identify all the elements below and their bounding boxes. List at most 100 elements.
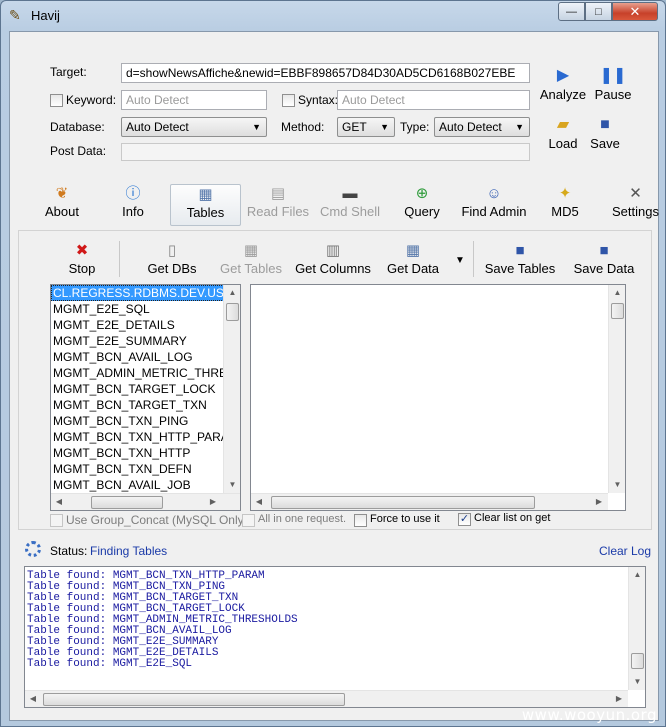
syntax-checkbox[interactable]: [282, 94, 295, 107]
tables-list-items: CL.REGRESS.RDBMS.DEV.US.O MGMT_E2E_SQL MGM…: [51, 285, 240, 493]
keyword-checkbox[interactable]: [50, 94, 63, 107]
pause-button[interactable]: ❚❚ Pause: [583, 65, 643, 102]
list-item[interactable]: MGMT_BCN_TXN_HTTP_PARAM: [51, 429, 240, 445]
postdata-input[interactable]: [121, 143, 530, 161]
data-view-vscroll[interactable]: ▲ ▼: [608, 285, 625, 493]
scroll-left-icon[interactable]: ◀: [251, 494, 267, 510]
syntax-input[interactable]: Auto Detect: [337, 90, 530, 110]
scroll-down-icon[interactable]: ▼: [629, 674, 645, 690]
tab-label: Find Admin: [461, 204, 527, 219]
scroll-up-icon[interactable]: ▲: [224, 285, 240, 301]
list-item[interactable]: CL.REGRESS.RDBMS.DEV.US.O: [51, 285, 240, 301]
broom-icon: ✦: [558, 185, 572, 202]
get-tables-button[interactable]: ▦ Get Tables: [215, 241, 287, 276]
force-checkbox[interactable]: [354, 514, 367, 527]
columns-data-view[interactable]: ▲ ▼ ◀ ▶: [250, 284, 626, 511]
caret-down-icon: ▼: [455, 255, 465, 266]
get-dbs-label: Get DBs: [147, 261, 197, 276]
chevron-down-icon: ▼: [252, 122, 261, 132]
table-icon: ▦: [198, 186, 213, 203]
chevron-down-icon: ▼: [380, 122, 389, 132]
get-dbs-button[interactable]: ▯ Get DBs: [137, 241, 207, 276]
database-select[interactable]: Auto Detect ▼: [121, 117, 267, 137]
tab-settings[interactable]: ✕ Settings: [611, 184, 660, 226]
log-hscroll[interactable]: ◀ ▶: [25, 690, 628, 707]
tab-label: Cmd Shell: [320, 204, 380, 219]
get-data-dropdown[interactable]: ▼: [453, 251, 467, 266]
tab-tables[interactable]: ▦ Tables: [170, 184, 241, 226]
get-columns-button[interactable]: ▥ Get Columns: [291, 241, 375, 276]
save-tables-button[interactable]: ■ Save Tables: [483, 241, 557, 276]
list-item[interactable]: MGMT_BCN_TXN_DEFN: [51, 461, 240, 477]
maximize-button[interactable]: □: [585, 2, 612, 21]
log-vscroll[interactable]: ▲ ▼: [628, 567, 645, 690]
log-line: Table found: MGMT_E2E_SQL: [27, 658, 193, 670]
get-data-button[interactable]: ▦ Get Data: [383, 241, 443, 276]
scroll-left-icon[interactable]: ◀: [25, 691, 41, 707]
scroll-left-icon[interactable]: ◀: [51, 494, 67, 510]
load-label: Load: [548, 136, 578, 151]
scroll-up-icon[interactable]: ▲: [609, 285, 625, 301]
list-item[interactable]: MGMT_E2E_SUMMARY: [51, 333, 240, 349]
list-item[interactable]: MGMT_BCN_TXN_HTTP: [51, 445, 240, 461]
list-item[interactable]: MGMT_ADMIN_METRIC_THRES: [51, 365, 240, 381]
havij-logo-icon: ✎: [9, 7, 21, 23]
data-view-hscroll[interactable]: ◀ ▶: [251, 493, 608, 510]
minimize-button[interactable]: —: [558, 2, 585, 21]
all-in-one-checkbox[interactable]: [242, 514, 255, 527]
scroll-thumb[interactable]: [91, 496, 163, 509]
scroll-down-icon[interactable]: ▼: [609, 477, 625, 493]
scroll-right-icon[interactable]: ▶: [591, 494, 607, 510]
title-bar[interactable]: ✎ Havij — □ ✕: [1, 1, 665, 29]
scroll-down-icon[interactable]: ▼: [224, 477, 240, 493]
tools-icon: ✕: [629, 185, 642, 202]
scroll-thumb[interactable]: [226, 303, 239, 321]
list-item[interactable]: MGMT_BCN_AVAIL_LOG: [51, 349, 240, 365]
database-icon: ▯: [167, 242, 177, 259]
list-item[interactable]: MGMT_BCN_AVAIL_JOB: [51, 477, 240, 493]
tab-cmd-shell[interactable]: ▬ Cmd Shell: [318, 184, 382, 226]
tab-label: Query: [404, 204, 440, 219]
type-select[interactable]: Auto Detect ▼: [434, 117, 530, 137]
group-concat-checkbox[interactable]: [50, 514, 63, 527]
method-select[interactable]: GET ▼: [337, 117, 395, 137]
scroll-thumb[interactable]: [271, 496, 535, 509]
tab-query[interactable]: ⊕ Query: [398, 184, 446, 226]
method-label: Method:: [281, 120, 325, 134]
scroll-up-icon[interactable]: ▲: [629, 567, 645, 583]
scroll-right-icon[interactable]: ▶: [611, 691, 627, 707]
close-icon: ✕: [629, 3, 641, 19]
close-button[interactable]: ✕: [612, 2, 658, 21]
target-input[interactable]: d=showNewsAffiche&newid=EBBF898657D84D30…: [121, 63, 530, 83]
status-value: Finding Tables: [90, 544, 168, 558]
tables-list-vscroll[interactable]: ▲ ▼: [223, 285, 240, 493]
save-data-button[interactable]: ■ Save Data: [569, 241, 639, 276]
pause-icon: ❚❚: [599, 67, 627, 84]
method-select-value: GET: [342, 120, 367, 134]
tab-about[interactable]: ❦ About: [38, 184, 86, 226]
stop-button[interactable]: ✖ Stop: [59, 241, 105, 276]
tab-info[interactable]: ⓘ Info: [114, 184, 152, 226]
tab-read-files[interactable]: ▤ Read Files: [246, 184, 310, 226]
clear-list-checkbox[interactable]: ✓: [458, 513, 471, 526]
log-output[interactable]: Table found: MGMT_BCN_TXN_HTTP_PARAM Tabl…: [24, 566, 646, 708]
list-item[interactable]: MGMT_E2E_DETAILS: [51, 317, 240, 333]
scroll-thumb[interactable]: [631, 653, 644, 669]
list-item[interactable]: MGMT_BCN_TARGET_TXN: [51, 397, 240, 413]
list-item[interactable]: MGMT_BCN_TARGET_LOCK: [51, 381, 240, 397]
keyword-input[interactable]: Auto Detect: [121, 90, 267, 110]
list-item[interactable]: MGMT_E2E_SQL: [51, 301, 240, 317]
columns-icon: ▥: [325, 242, 341, 259]
list-item[interactable]: MGMT_BCN_TXN_PING: [51, 413, 240, 429]
scroll-right-icon[interactable]: ▶: [205, 494, 221, 510]
tab-md5[interactable]: ✦ MD5: [547, 184, 583, 226]
tables-list-hscroll[interactable]: ◀ ▶: [51, 493, 240, 510]
scroll-thumb[interactable]: [43, 693, 345, 706]
window-title: Havij: [31, 8, 60, 23]
save-button[interactable]: ■ Save: [580, 114, 630, 151]
tab-find-admin[interactable]: ☺ Find Admin: [459, 184, 529, 226]
tables-list[interactable]: CL.REGRESS.RDBMS.DEV.US.O MGMT_E2E_SQL MGM…: [50, 284, 241, 511]
floppy-disk-icon: ■: [515, 242, 525, 259]
scroll-thumb[interactable]: [611, 303, 624, 319]
clear-log-link[interactable]: Clear Log: [599, 544, 651, 558]
